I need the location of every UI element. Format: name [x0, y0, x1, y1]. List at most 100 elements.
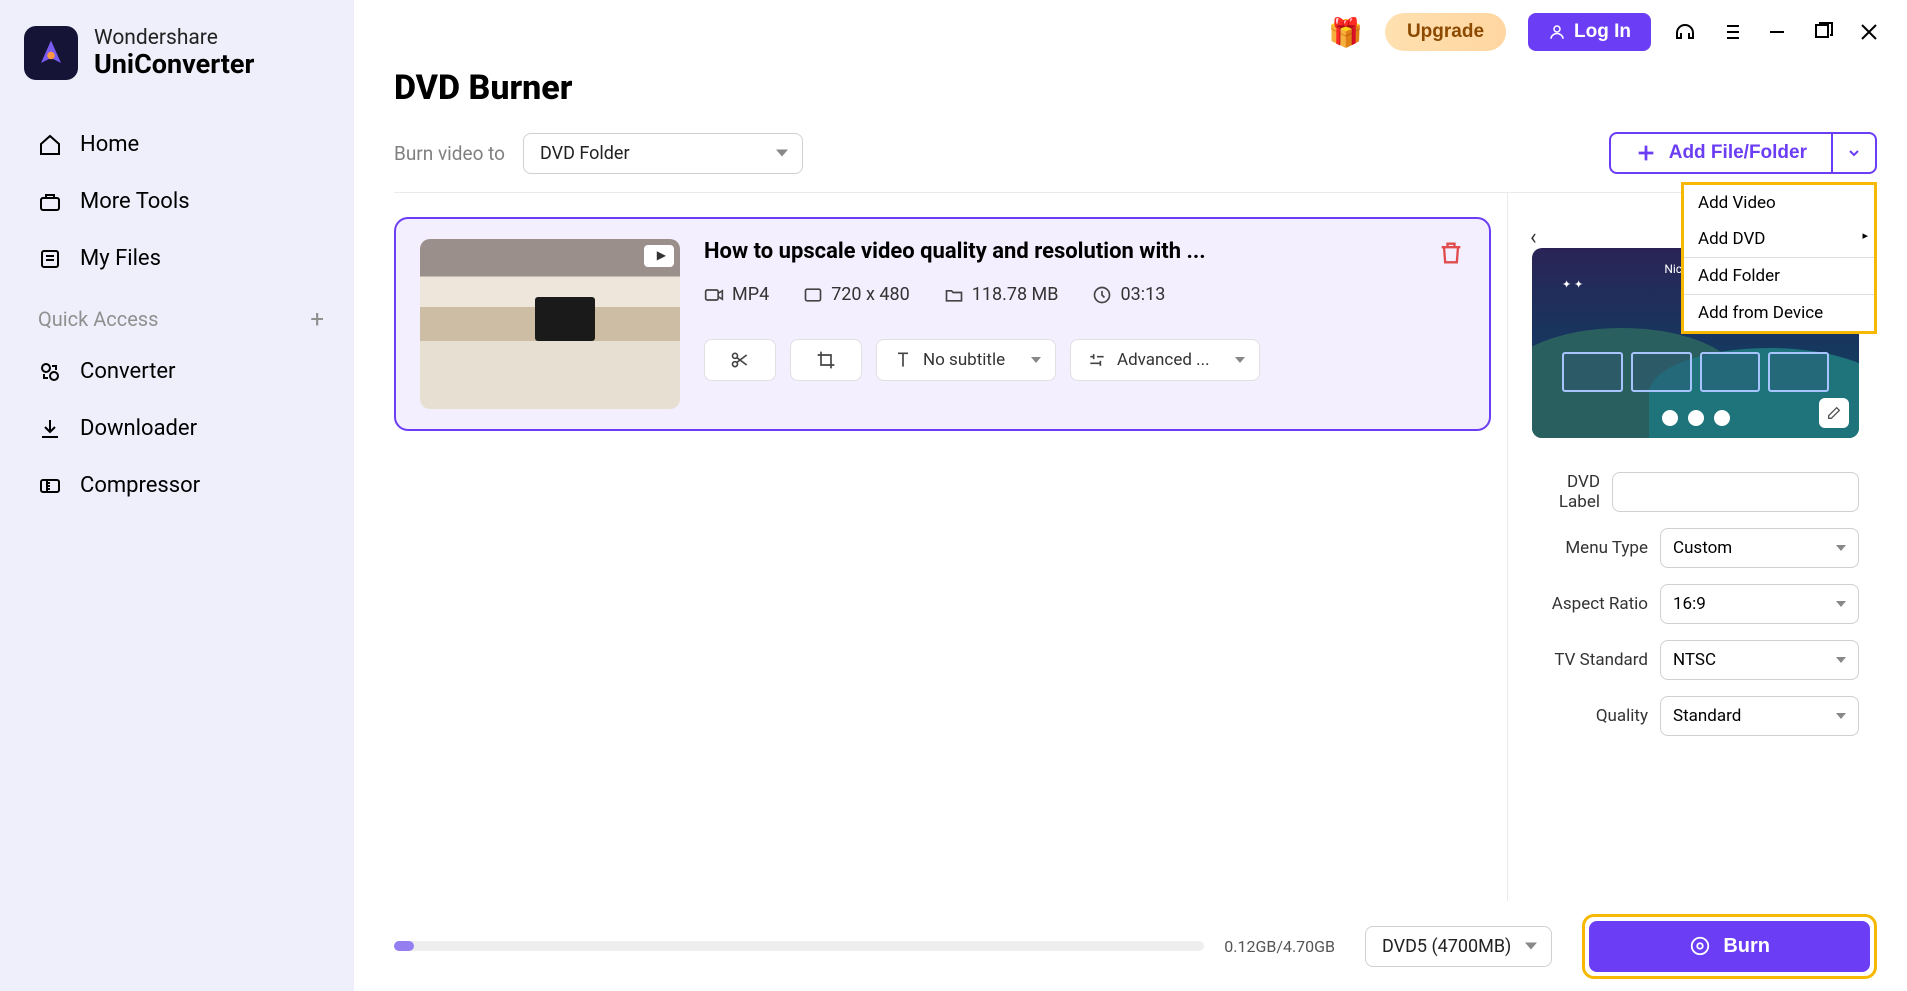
sidebar-item-downloader[interactable]: Downloader	[24, 400, 330, 457]
sidebar-item-converter[interactable]: Converter	[24, 343, 330, 400]
chapter-slot	[1562, 352, 1623, 392]
delete-button[interactable]	[1437, 239, 1465, 267]
file-resolution: 720 x 480	[831, 284, 910, 305]
disc-type-value: DVD5 (4700MB)	[1382, 936, 1511, 957]
sidebar-item-my-files[interactable]: My Files	[24, 230, 330, 287]
edit-preview-button[interactable]	[1819, 398, 1849, 428]
brand-product: UniConverter	[94, 50, 254, 80]
advanced-select[interactable]: Advanced ...	[1070, 339, 1260, 381]
burn-to-value: DVD Folder	[540, 143, 630, 164]
burn-button[interactable]: Burn	[1589, 921, 1870, 972]
add-file-button[interactable]: Add File/Folder	[1609, 132, 1833, 174]
close-icon[interactable]	[1857, 20, 1881, 44]
file-duration: 03:13	[1120, 284, 1165, 305]
add-file-dropdown-button[interactable]	[1833, 132, 1877, 174]
login-label: Log In	[1574, 21, 1631, 43]
converter-icon	[38, 360, 62, 384]
file-size: 118.78 MB	[972, 284, 1059, 305]
crop-button[interactable]	[790, 339, 862, 381]
app-logo: Wondershare UniConverter	[0, 26, 354, 116]
add-menu-add-folder[interactable]: Add Folder	[1684, 258, 1874, 294]
menu-type-select[interactable]: Custom	[1660, 528, 1859, 568]
add-file-label: Add File/Folder	[1669, 142, 1807, 164]
maximize-icon[interactable]	[1811, 20, 1835, 44]
crop-icon	[816, 350, 836, 370]
qa-item-label: Downloader	[80, 416, 197, 441]
logo-badge-icon	[24, 26, 78, 80]
clock-icon	[1092, 285, 1112, 305]
dvd-label-label: DVD Label	[1532, 472, 1600, 512]
disc-type-select[interactable]: DVD5 (4700MB)	[1365, 926, 1552, 967]
minimize-icon[interactable]	[1765, 20, 1789, 44]
menu-type-label: Menu Type	[1532, 538, 1648, 558]
menu-type-value: Custom	[1673, 538, 1732, 558]
sidebar-item-label: Home	[80, 132, 139, 157]
tv-standard-value: NTSC	[1673, 650, 1716, 670]
burn-to-label: Burn video to	[394, 142, 505, 165]
file-item[interactable]: How to upscale video quality and resolut…	[394, 217, 1491, 431]
add-menu-add-from-device[interactable]: Add from Device	[1684, 295, 1874, 331]
preview-control-icon	[1714, 410, 1730, 426]
compressor-icon	[38, 474, 62, 498]
tv-standard-label: TV Standard	[1532, 650, 1648, 670]
aspect-ratio-value: 16:9	[1673, 594, 1706, 614]
disc-usage-bar	[394, 941, 1204, 951]
file-format: MP4	[732, 284, 769, 305]
advanced-value: Advanced ...	[1117, 350, 1210, 370]
subtitle-select[interactable]: No subtitle	[876, 339, 1056, 381]
menu-list-icon[interactable]	[1719, 20, 1743, 44]
quality-value: Standard	[1673, 706, 1741, 726]
plus-icon	[1635, 142, 1657, 164]
trim-button[interactable]	[704, 339, 776, 381]
quick-access-title: Quick Access	[38, 307, 158, 331]
stars-icon: ✦ ✦	[1562, 278, 1583, 291]
toolbox-icon	[38, 190, 62, 214]
page-title: DVD Burner	[394, 68, 1877, 108]
headset-icon[interactable]	[1673, 20, 1697, 44]
user-icon	[1548, 23, 1566, 41]
add-menu-add-dvd[interactable]: Add DVD	[1684, 221, 1874, 257]
aspect-ratio-select[interactable]: 16:9	[1660, 584, 1859, 624]
dvd-label-input[interactable]	[1612, 472, 1859, 512]
file-thumbnail[interactable]	[420, 239, 680, 409]
files-icon	[38, 247, 62, 271]
upgrade-button[interactable]: Upgrade	[1385, 13, 1506, 51]
tv-standard-select[interactable]: NTSC	[1660, 640, 1859, 680]
pencil-icon	[1826, 405, 1842, 421]
chapter-slot	[1631, 352, 1692, 392]
qa-item-label: Converter	[80, 359, 176, 384]
subtitle-value: No subtitle	[923, 350, 1005, 370]
quality-select[interactable]: Standard	[1660, 696, 1859, 736]
folder-icon	[944, 285, 964, 305]
disc-usage-fill	[394, 941, 414, 951]
burn-label: Burn	[1723, 935, 1770, 958]
topbar: 🎁 Upgrade Log In	[354, 0, 1907, 56]
sidebar-item-more-tools[interactable]: More Tools	[24, 173, 330, 230]
login-button[interactable]: Log In	[1528, 13, 1651, 51]
add-menu-add-video[interactable]: Add Video	[1684, 185, 1874, 221]
scissors-icon	[730, 350, 750, 370]
brand-company: Wondershare	[94, 27, 254, 50]
sidebar-item-home[interactable]: Home	[24, 116, 330, 173]
resolution-icon	[803, 285, 823, 305]
disc-usage-text: 0.12GB/4.70GB	[1224, 937, 1335, 956]
home-icon	[38, 133, 62, 157]
download-icon	[38, 417, 62, 441]
disc-icon	[1689, 935, 1711, 957]
preview-control-icon	[1662, 410, 1678, 426]
chevron-down-icon	[1846, 145, 1862, 161]
qa-item-label: Compressor	[80, 473, 200, 498]
preview-control-icon	[1688, 410, 1704, 426]
sidebar-item-label: More Tools	[80, 189, 190, 214]
add-file-dropdown-menu: Add Video Add DVD Add Folder Add from De…	[1681, 182, 1877, 334]
burn-to-select[interactable]: DVD Folder	[523, 133, 803, 174]
chapter-slot	[1768, 352, 1829, 392]
sidebar: Wondershare UniConverter Home More Tools…	[0, 0, 354, 991]
video-icon	[704, 285, 724, 305]
add-quick-access-icon[interactable]: +	[310, 305, 324, 333]
bottom-bar: 0.12GB/4.70GB DVD5 (4700MB) Burn	[354, 901, 1907, 991]
preview-prev-button[interactable]: ‹	[1530, 225, 1537, 250]
gift-icon[interactable]: 🎁	[1328, 16, 1363, 49]
sidebar-item-compressor[interactable]: Compressor	[24, 457, 330, 514]
aspect-ratio-label: Aspect Ratio	[1532, 594, 1648, 614]
